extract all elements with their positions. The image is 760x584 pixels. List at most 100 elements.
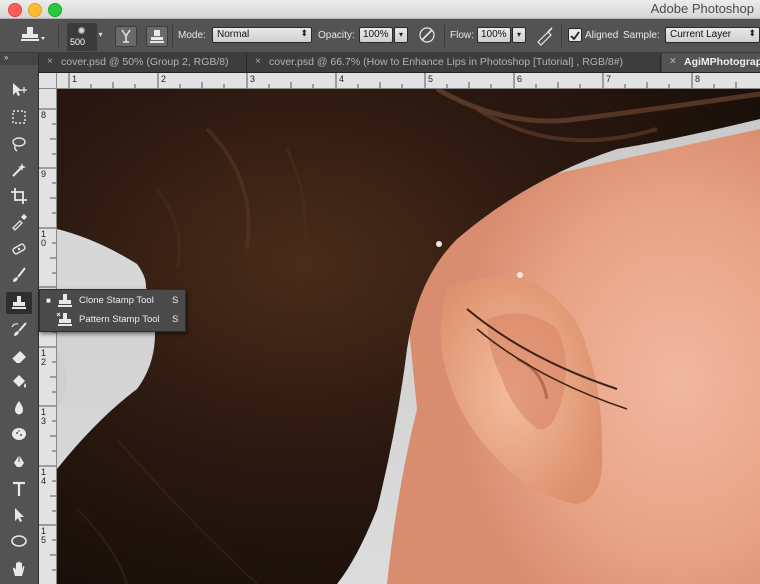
minimize-window-button[interactable]	[28, 3, 42, 17]
type-tool[interactable]	[6, 478, 32, 500]
crop-tool[interactable]	[6, 185, 32, 207]
collapse-panel-button[interactable]: »	[0, 53, 38, 65]
marquee-tool[interactable]	[6, 106, 32, 128]
paint-bucket-icon	[13, 375, 26, 388]
eraser-icon	[11, 351, 26, 364]
airbrush-icon	[537, 27, 553, 46]
magic-wand-tool[interactable]	[6, 159, 32, 181]
ruler-label: 4	[339, 74, 345, 84]
clone-stamp-icon	[12, 296, 26, 309]
divider	[172, 25, 173, 47]
menu-item-label: Clone Stamp Tool	[79, 295, 154, 306]
aligned-label: Aligned	[585, 30, 619, 41]
ruler-label: 1 3	[41, 407, 47, 426]
flow-label: Flow:	[450, 30, 474, 41]
pen-icon	[14, 455, 24, 467]
pattern-stamp-tool-menu-item[interactable]: Pattern Stamp Tool S	[40, 311, 185, 329]
opacity-slider-button[interactable]: ▾	[394, 27, 408, 43]
opacity-field[interactable]: 100%	[359, 27, 393, 43]
divider	[444, 25, 445, 47]
move-icon	[13, 83, 27, 96]
crop-icon	[11, 188, 27, 204]
airbrush-toggle[interactable]	[534, 24, 556, 46]
close-tab-icon[interactable]: ×	[255, 53, 261, 71]
ellipse-tool[interactable]	[6, 530, 32, 552]
mode-dropdown[interactable]: Normal ⬍	[212, 27, 312, 43]
history-brush-icon	[11, 322, 27, 336]
clone-stamp-tool-preset-icon[interactable]	[18, 25, 46, 47]
ruler-label: 5	[428, 74, 434, 84]
horizontal-ruler: 1 2 3 4 5 6 7 8	[57, 73, 760, 89]
ruler-origin[interactable]	[39, 73, 57, 89]
brush-icon	[13, 267, 26, 282]
pressure-opacity-toggle[interactable]	[416, 24, 438, 46]
ruler-label: 7	[606, 74, 612, 84]
brush-tool[interactable]	[6, 264, 32, 286]
sample-dropdown[interactable]: Current Layer ⬍	[665, 27, 760, 43]
aligned-checkbox[interactable]	[568, 28, 582, 42]
brush-preset-dropdown[interactable]: ▾	[96, 28, 105, 42]
document-tab-active[interactable]: × AgiMPhotograp	[662, 53, 760, 72]
opacity-value: 100%	[363, 29, 389, 40]
maximize-window-button[interactable]	[48, 3, 62, 17]
bandage-icon	[12, 243, 26, 255]
title-bar: Adobe Photoshop	[0, 0, 760, 19]
chevron-updown-icon: ⬍	[748, 28, 756, 38]
shortcut-label: S	[172, 314, 179, 325]
toggle-clone-source-panel-button[interactable]	[146, 26, 168, 47]
close-window-button[interactable]	[8, 3, 22, 17]
sponge-tool[interactable]	[6, 423, 32, 445]
close-tab-icon[interactable]: ×	[670, 53, 676, 71]
ruler-label: 3	[250, 74, 256, 84]
move-tool[interactable]	[6, 79, 32, 101]
type-icon	[13, 481, 25, 496]
clone-stamp-tool-menu-item[interactable]: ■ Clone Stamp Tool S	[40, 292, 185, 310]
stamp-tools-flyout: ■ Clone Stamp Tool S Pattern Stamp Tool …	[39, 289, 186, 332]
rect-marquee-icon	[12, 110, 26, 124]
eyedropper-tool[interactable]	[6, 211, 32, 233]
lasso-tool[interactable]	[6, 133, 32, 155]
document-tab[interactable]: × cover.psd @ 66.7% (How to Enhance Lips…	[247, 53, 661, 72]
paint-bucket-tool[interactable]	[6, 371, 32, 393]
tab-label: cover.psd @ 66.7% (How to Enhance Lips i…	[269, 56, 624, 68]
ruler-label: 9	[41, 169, 47, 179]
magic-wand-icon	[12, 163, 26, 177]
photo-hair-and-ear	[57, 89, 760, 584]
mode-label: Mode:	[178, 30, 206, 41]
clone-stamp-tool[interactable]	[6, 292, 32, 314]
history-brush-tool[interactable]	[6, 319, 32, 341]
pen-tool[interactable]	[6, 451, 32, 473]
pattern-stamp-icon	[56, 312, 72, 326]
document-tab[interactable]: × cover.psd @ 50% (Group 2, RGB/8)	[39, 53, 247, 72]
pressure-pen-icon	[419, 27, 435, 43]
flow-field[interactable]: 100%	[477, 27, 511, 43]
ruler-label: 8	[695, 74, 701, 84]
shortcut-label: S	[172, 295, 179, 306]
brush-preset-picker[interactable]: 500	[67, 23, 97, 51]
menu-item-label: Pattern Stamp Tool	[79, 314, 160, 325]
brush-size-value: 500	[70, 37, 86, 47]
document-canvas[interactable]	[57, 89, 760, 584]
ruler-label: 2	[161, 74, 167, 84]
path-selection-tool[interactable]	[6, 504, 32, 526]
ellipse-icon	[11, 535, 27, 547]
toggle-brush-panel-button[interactable]	[115, 26, 137, 47]
hand-tool[interactable]	[6, 558, 32, 580]
path-selection-icon	[15, 508, 24, 522]
eraser-tool[interactable]	[6, 345, 32, 367]
document-tab-bar: × cover.psd @ 50% (Group 2, RGB/8) × cov…	[0, 53, 760, 73]
options-bar: 500 ▾ Mode: Normal ⬍ Opacity: 100% ▾ Flo…	[0, 19, 760, 53]
ruler-label: 1 5	[41, 526, 47, 545]
lasso-icon	[12, 137, 26, 152]
spot-healing-tool[interactable]	[6, 238, 32, 260]
brush-tip-icon	[78, 27, 85, 34]
opacity-label: Opacity:	[318, 30, 355, 41]
checkmark-icon	[570, 31, 580, 41]
tab-label: cover.psd @ 50% (Group 2, RGB/8)	[61, 56, 229, 68]
flow-slider-button[interactable]: ▾	[512, 27, 526, 43]
mode-value: Normal	[217, 29, 250, 40]
close-tab-icon[interactable]: ×	[47, 53, 53, 71]
ruler-label: 1 0	[41, 229, 47, 248]
blur-tool[interactable]	[6, 397, 32, 419]
divider	[561, 25, 562, 47]
